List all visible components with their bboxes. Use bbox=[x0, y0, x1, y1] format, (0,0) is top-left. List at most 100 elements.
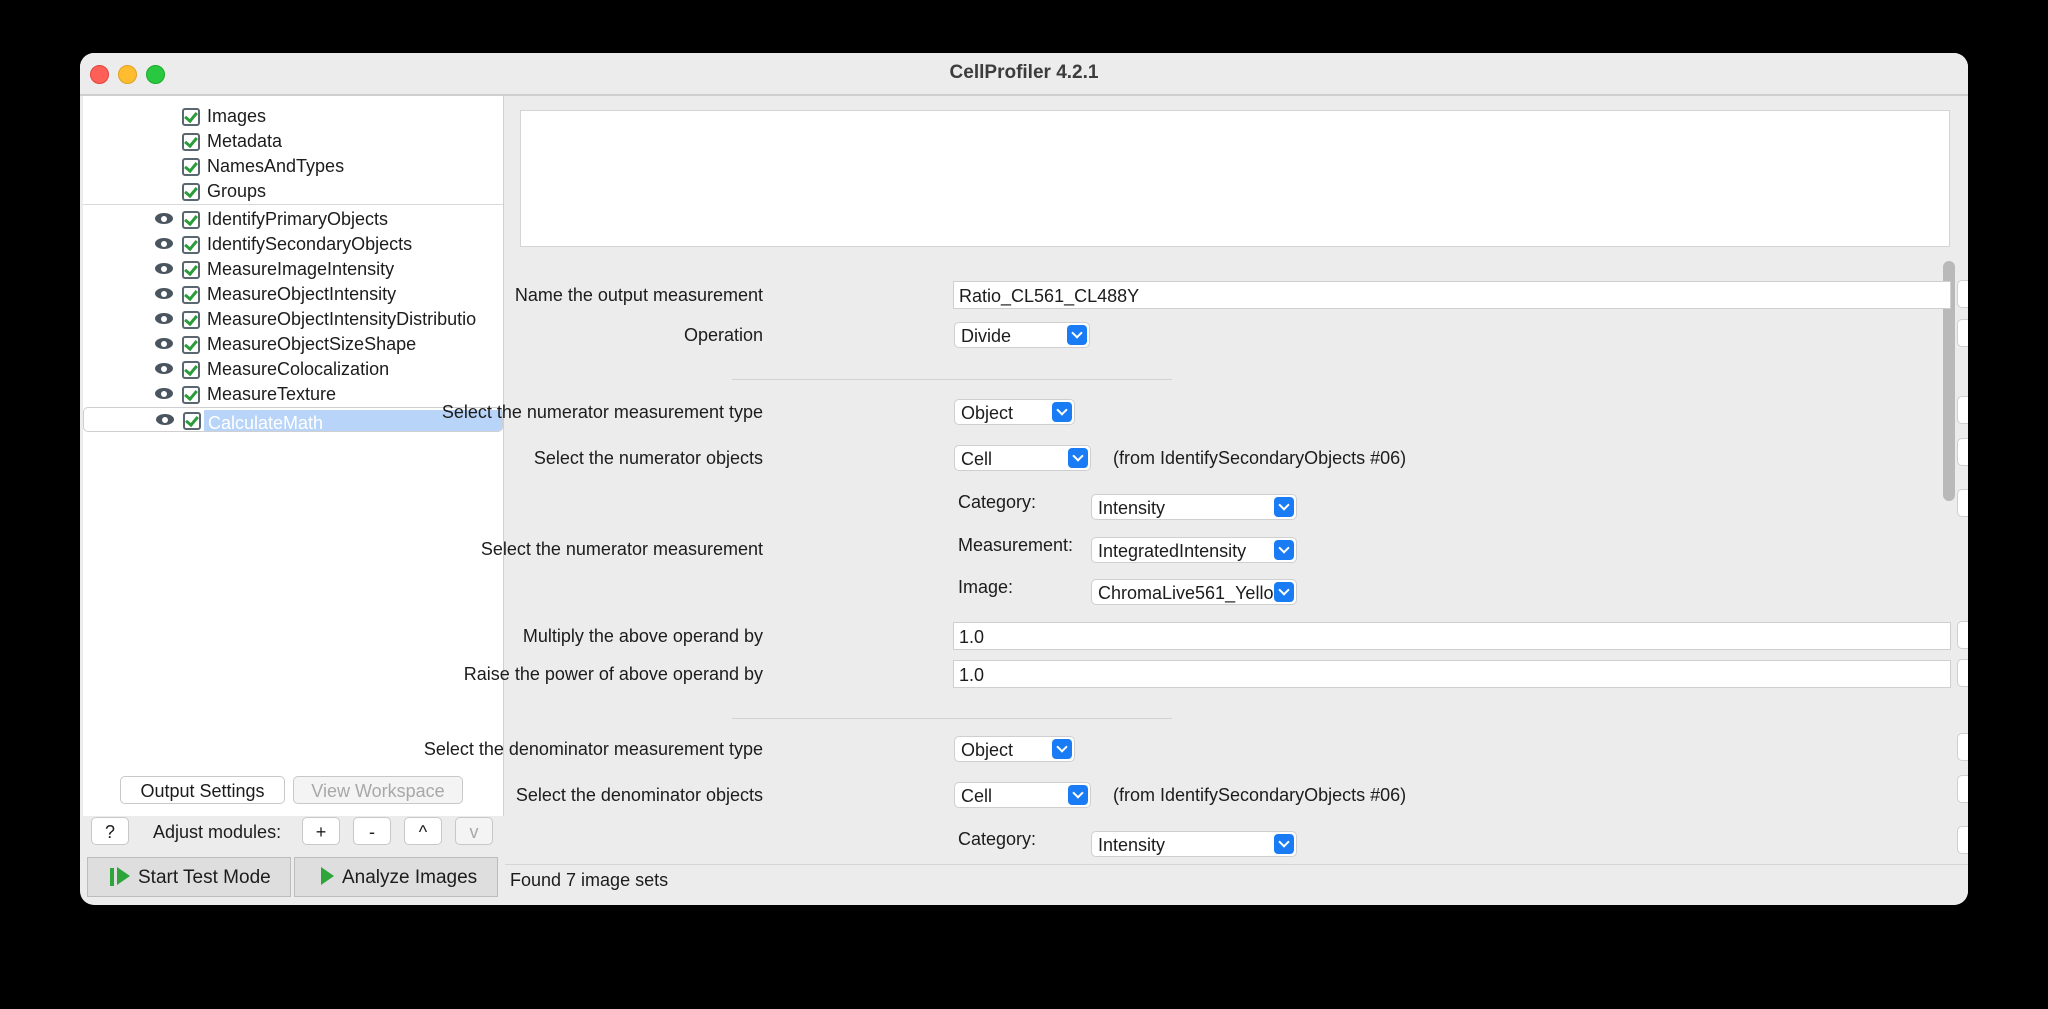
module-label: MeasureColocalization bbox=[207, 359, 390, 379]
numerator-category-label: Category: bbox=[958, 492, 1037, 512]
multiply-field[interactable]: 1.0 bbox=[953, 622, 1951, 650]
remove-module-button[interactable]: - bbox=[353, 817, 391, 845]
enabled-check-icon[interactable] bbox=[182, 311, 200, 329]
numerator-measurement-label: Select the numerator measurement bbox=[480, 539, 763, 559]
pipeline-module-list: Images Metadata NamesAndTypes Groups Ide… bbox=[83, 96, 504, 816]
numerator-type-value: Object bbox=[961, 403, 1014, 423]
module-identifyprimaryobjects[interactable]: IdentifyPrimaryObjects bbox=[83, 207, 503, 232]
module-measureimageintensity[interactable]: MeasureImageIntensity bbox=[83, 257, 503, 282]
numerator-type-select[interactable]: Object bbox=[954, 399, 1075, 425]
enabled-check-icon[interactable] bbox=[183, 412, 201, 430]
help-button[interactable]: ? bbox=[1957, 280, 1968, 308]
enabled-check-icon[interactable] bbox=[182, 261, 200, 279]
module-images[interactable]: Images bbox=[83, 104, 503, 129]
denominator-objects-select[interactable]: Cell bbox=[954, 782, 1091, 808]
help-button[interactable]: ? bbox=[1957, 775, 1968, 803]
move-down-button[interactable]: v bbox=[455, 817, 493, 845]
start-test-mode-label: Start Test Mode bbox=[138, 867, 271, 888]
enabled-check-icon[interactable] bbox=[182, 211, 200, 229]
numerator-category-select[interactable]: Intensity bbox=[1091, 494, 1297, 520]
enabled-check-icon[interactable] bbox=[182, 108, 200, 126]
module-measureobjectsizeshape[interactable]: MeasureObjectSizeShape bbox=[83, 332, 503, 357]
power-field[interactable]: 1.0 bbox=[953, 660, 1951, 688]
divider bbox=[732, 379, 1172, 380]
numerator-objects-label: Select the numerator objects bbox=[533, 448, 763, 468]
divider bbox=[83, 204, 503, 205]
analyze-images-button[interactable]: Analyze Images bbox=[294, 857, 498, 897]
denominator-type-label: Select the denominator measurement type bbox=[423, 739, 763, 759]
module-measureobjectintensitydistribution[interactable]: MeasureObjectIntensityDistributio bbox=[83, 307, 503, 332]
module-metadata[interactable]: Metadata bbox=[83, 129, 503, 154]
module-measuretexture[interactable]: MeasureTexture bbox=[83, 382, 503, 407]
numerator-image-select[interactable]: ChromaLive561_Yello bbox=[1091, 579, 1297, 605]
chevron-down-icon bbox=[1274, 497, 1294, 517]
module-calculatemath[interactable]: CalculateMath bbox=[83, 407, 503, 432]
denominator-type-select[interactable]: Object bbox=[954, 736, 1075, 762]
main-window: CellProfiler 4.2.1 Images Metadata Names… bbox=[80, 53, 1968, 905]
enabled-check-icon[interactable] bbox=[182, 386, 200, 404]
eye-icon[interactable] bbox=[155, 238, 173, 249]
eye-icon[interactable] bbox=[155, 213, 173, 224]
help-button[interactable]: ? bbox=[1957, 489, 1968, 517]
module-label: IdentifySecondaryObjects bbox=[207, 234, 413, 254]
operation-select[interactable]: Divide bbox=[954, 322, 1090, 348]
enabled-check-icon[interactable] bbox=[182, 133, 200, 151]
help-button[interactable]: ? bbox=[1957, 621, 1968, 649]
numerator-image-value: ChromaLive561_Yello bbox=[1098, 583, 1274, 603]
denominator-category-value: Intensity bbox=[1098, 835, 1166, 855]
eye-icon[interactable] bbox=[155, 288, 173, 299]
title-bar: CellProfiler 4.2.1 bbox=[80, 53, 1968, 96]
operation-label: Operation bbox=[683, 325, 763, 345]
numerator-measurement-value: IntegratedIntensity bbox=[1098, 541, 1247, 561]
eye-icon[interactable] bbox=[156, 414, 174, 425]
enabled-check-icon[interactable] bbox=[182, 336, 200, 354]
eye-icon[interactable] bbox=[155, 313, 173, 324]
output-settings-button[interactable]: Output Settings bbox=[120, 776, 285, 804]
image-label: Image: bbox=[958, 577, 1014, 597]
module-label: Groups bbox=[207, 181, 267, 201]
enabled-check-icon[interactable] bbox=[182, 236, 200, 254]
denominator-type-value: Object bbox=[961, 740, 1014, 760]
module-measureobjectintensity[interactable]: MeasureObjectIntensity bbox=[83, 282, 503, 307]
help-button[interactable]: ? bbox=[1957, 396, 1968, 424]
help-button[interactable]: ? bbox=[1957, 438, 1968, 466]
help-button[interactable]: ? bbox=[1957, 733, 1968, 761]
numerator-objects-select[interactable]: Cell bbox=[954, 445, 1091, 471]
enabled-check-icon[interactable] bbox=[182, 286, 200, 304]
module-groups[interactable]: Groups bbox=[83, 179, 503, 204]
module-settings-panel: Name the output measurement Ratio_CL561_… bbox=[424, 96, 1968, 905]
enabled-check-icon[interactable] bbox=[182, 361, 200, 379]
denominator-category-select[interactable]: Intensity bbox=[1091, 831, 1297, 857]
module-measurecolocalization[interactable]: MeasureColocalization bbox=[83, 357, 503, 382]
view-workspace-button[interactable]: View Workspace bbox=[293, 776, 463, 804]
chevron-down-icon bbox=[1067, 325, 1087, 345]
output-name-label: Name the output measurement bbox=[514, 285, 763, 305]
start-test-mode-button[interactable]: Start Test Mode bbox=[87, 857, 291, 897]
help-button[interactable]: ? bbox=[1957, 659, 1968, 687]
enabled-check-icon[interactable] bbox=[182, 183, 200, 201]
module-identifysecondaryobjects[interactable]: IdentifySecondaryObjects bbox=[83, 232, 503, 257]
eye-icon[interactable] bbox=[155, 388, 173, 399]
output-name-field[interactable]: Ratio_CL561_CL488Y bbox=[953, 281, 1951, 309]
eye-icon[interactable] bbox=[155, 263, 173, 274]
help-button[interactable]: ? bbox=[1957, 826, 1968, 854]
divider bbox=[732, 718, 1172, 719]
eye-icon[interactable] bbox=[155, 363, 173, 374]
module-namesandtypes[interactable]: NamesAndTypes bbox=[83, 154, 503, 179]
chevron-down-icon bbox=[1274, 834, 1294, 854]
eye-icon[interactable] bbox=[155, 338, 173, 349]
denominator-objects-value: Cell bbox=[961, 786, 993, 806]
chevron-down-icon bbox=[1274, 540, 1294, 560]
denominator-objects-source: (from IdentifySecondaryObjects #06) bbox=[1113, 785, 1407, 805]
enabled-check-icon[interactable] bbox=[182, 158, 200, 176]
window-title: CellProfiler 4.2.1 bbox=[949, 62, 1099, 83]
test-mode-icon bbox=[110, 867, 138, 888]
move-up-button[interactable]: ^ bbox=[404, 817, 442, 845]
operation-value: Divide bbox=[961, 326, 1012, 346]
help-button[interactable]: ? bbox=[1957, 319, 1968, 347]
add-module-button[interactable]: + bbox=[302, 817, 340, 845]
multiply-label: Multiply the above operand by bbox=[522, 626, 763, 646]
denominator-category-label: Category: bbox=[958, 829, 1037, 849]
help-button[interactable]: ? bbox=[91, 817, 129, 845]
numerator-measurement-select[interactable]: IntegratedIntensity bbox=[1091, 537, 1297, 563]
